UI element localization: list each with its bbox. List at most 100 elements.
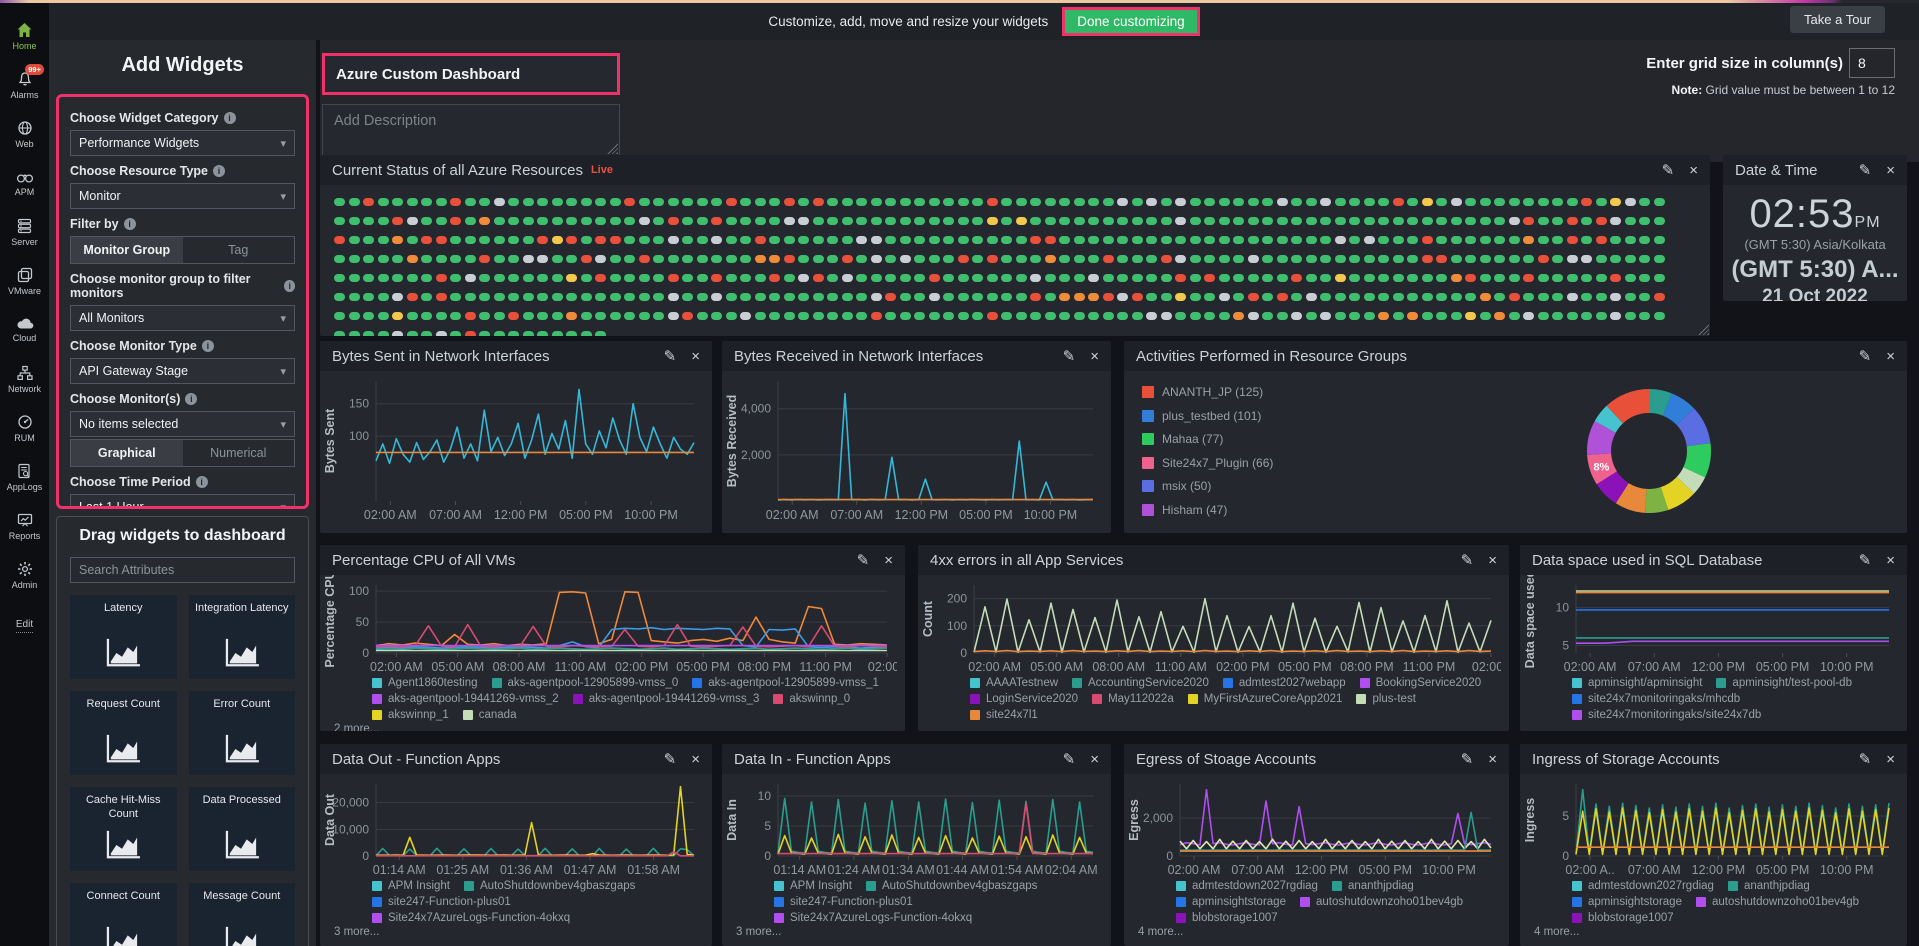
status-dot-up[interactable] [479,198,490,206]
status-dot-up[interactable] [1190,293,1201,301]
status-dot-up[interactable] [755,293,766,301]
status-dot-trouble[interactable] [1407,312,1418,320]
status-dot-up[interactable] [1538,217,1549,225]
status-dot-up[interactable] [784,293,795,301]
widget-tile-connect-count[interactable]: Connect Count [70,883,177,946]
status-dot-up[interactable] [508,274,519,282]
status-dot-up[interactable] [1654,255,1665,263]
status-dot-up[interactable] [349,198,360,206]
status-dot-up[interactable] [653,236,664,244]
status-dot-up[interactable] [1407,274,1418,282]
status-dot-down[interactable] [929,274,940,282]
status-dot-up[interactable] [1291,255,1302,263]
status-dot-up[interactable] [929,312,940,320]
legend-item[interactable]: akswinnp_1 [372,709,449,721]
status-dot-up[interactable] [1016,293,1027,301]
status-dot-up[interactable] [349,312,360,320]
status-dot-up[interactable] [1103,312,1114,320]
status-dot-up[interactable] [682,198,693,206]
status-dot-down[interactable] [1045,236,1056,244]
status-dot-up[interactable] [508,217,519,225]
status-dot-up[interactable] [1074,274,1085,282]
status-dot-up[interactable] [1509,312,1520,320]
status-dot-up[interactable] [1001,217,1012,225]
status-dot-up[interactable] [842,198,853,206]
status-dot-up[interactable] [1364,312,1375,320]
status-dot-up[interactable] [1465,236,1476,244]
status-dot-up[interactable] [697,198,708,206]
select-choose-monitor-type[interactable]: API Gateway Stage▾ [70,358,295,384]
status-dot-up[interactable] [987,274,998,282]
legend-item[interactable]: Site24x7AzureLogs-Function-4okxq [372,912,570,924]
status-dot-critical[interactable] [1016,217,1027,225]
status-dot-up[interactable] [378,255,389,263]
status-dot-up[interactable] [842,236,853,244]
status-dot-up[interactable] [1088,255,1099,263]
status-dot-up[interactable] [1639,236,1650,244]
status-dot-up[interactable] [1335,312,1346,320]
status-dot-up[interactable] [1480,312,1491,320]
status-dot-up[interactable] [537,198,548,206]
status-dot-down[interactable] [1103,255,1114,263]
legend-item[interactable]: Hisham (47) [1142,503,1273,517]
sidebar-item-admin[interactable]: Admin [0,552,49,598]
sidebar-item-edit[interactable]: Edit [0,601,49,647]
status-dot-up[interactable] [1393,274,1404,282]
select-choose-time-period[interactable]: Last 1 Hour▾ [70,494,295,509]
status-dot-up[interactable] [624,293,635,301]
status-dot-up[interactable] [1117,255,1128,263]
status-dot-up[interactable] [1552,255,1563,263]
status-dot-up[interactable] [1059,312,1070,320]
status-dot-up[interactable] [900,312,911,320]
status-dot-up[interactable] [1639,293,1650,301]
status-dot-up[interactable] [421,217,432,225]
status-dot-na[interactable] [537,255,548,263]
edit-widget-icon[interactable]: ✎ [1461,553,1474,568]
legend-more-link[interactable]: 2 more... [320,721,905,731]
status-dot-up[interactable] [929,217,940,225]
status-dot-up[interactable] [827,217,838,225]
status-dot-na[interactable] [798,217,809,225]
take-a-tour-button[interactable]: Take a Tour [1790,6,1885,33]
status-dot-down[interactable] [1436,255,1447,263]
status-dot-up[interactable] [1335,198,1346,206]
status-dot-trouble[interactable] [1045,255,1056,263]
status-dot-up[interactable] [1639,217,1650,225]
status-dot-up[interactable] [1248,217,1259,225]
legend-item[interactable]: site24x7monitoringaks/mhcdb [1572,693,1740,705]
status-dot-up[interactable] [1306,236,1317,244]
status-dot-up[interactable] [1016,255,1027,263]
status-dot-up[interactable] [943,236,954,244]
legend-item[interactable]: Mahaa (77) [1142,432,1273,446]
status-dot-up[interactable] [972,217,983,225]
status-dot-up[interactable] [1262,293,1273,301]
status-dot-up[interactable] [1204,255,1215,263]
status-dot-down[interactable] [842,255,853,263]
status-dot-up[interactable] [1567,312,1578,320]
status-dot-up[interactable] [537,274,548,282]
status-dot-up[interactable] [1436,198,1447,206]
status-dot-up[interactable] [914,217,925,225]
status-dot-up[interactable] [1291,198,1302,206]
status-dot-up[interactable] [639,293,650,301]
status-dot-up[interactable] [914,255,925,263]
status-dot-up[interactable] [1480,274,1491,282]
status-dot-up[interactable] [1146,236,1157,244]
status-dot-up[interactable] [943,274,954,282]
status-dot-na[interactable] [784,217,795,225]
sidebar-item-alarms[interactable]: Alarms99+ [0,62,49,108]
status-dot-up[interactable] [1219,255,1230,263]
legend-item[interactable]: autoshutdownzoho01bev4gb [1300,896,1463,908]
edit-widget-icon[interactable]: ✎ [1859,752,1872,767]
status-dot-na[interactable] [1117,198,1128,206]
status-dot-up[interactable] [856,293,867,301]
legend-item[interactable]: blobstorage1007 [1572,912,1674,924]
status-dot-down[interactable] [465,312,476,320]
status-dot-up[interactable] [1146,217,1157,225]
status-dot-up[interactable] [552,312,563,320]
status-dot-up[interactable] [1422,274,1433,282]
status-dot-up[interactable] [1161,217,1172,225]
dashboard-name-input[interactable] [325,66,617,83]
status-dot-up[interactable] [624,217,635,225]
status-dot-down[interactable] [610,236,621,244]
